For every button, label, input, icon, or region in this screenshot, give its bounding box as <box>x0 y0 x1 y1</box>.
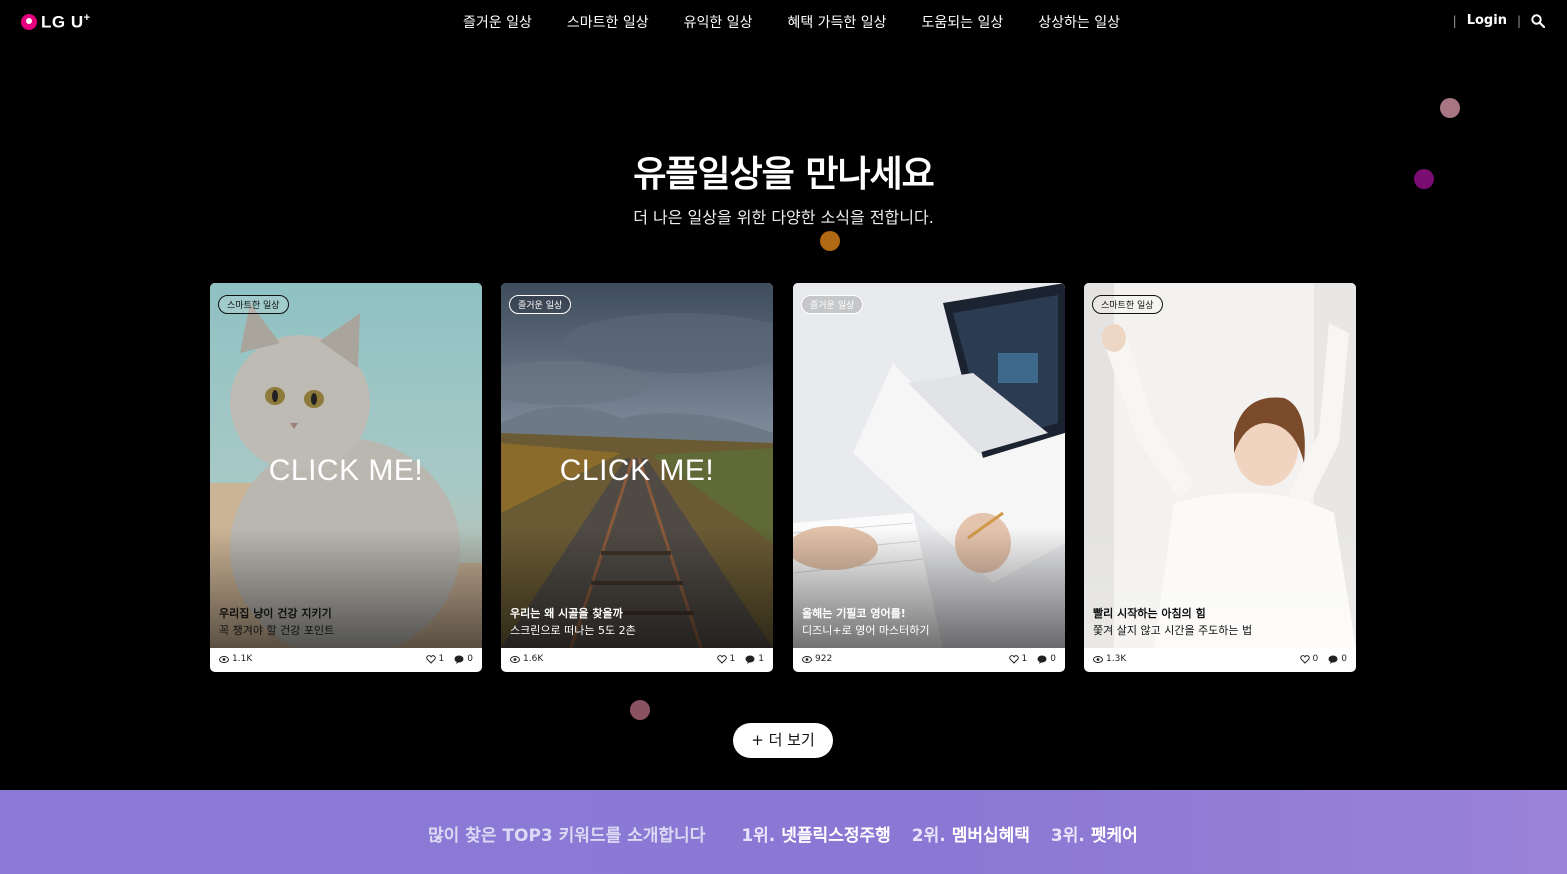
comment-icon <box>454 655 464 664</box>
card-footer: 1.1K 1 0 <box>210 648 482 672</box>
card-title: 우리집 냥이 건강 지키기 <box>219 607 332 620</box>
keyword-rank: 3위. <box>1050 826 1085 846</box>
eye-icon <box>219 655 229 663</box>
decor-dot <box>630 700 650 720</box>
comment-count-value: 0 <box>1341 654 1347 664</box>
hero-title: 유플일상을 만나세요 <box>633 154 935 195</box>
keyword-link[interactable]: 멤버십혜택 <box>952 821 1030 846</box>
logo-plus: + <box>83 12 91 24</box>
keyword-rank: 1위. <box>741 826 776 846</box>
logo-text: LG U <box>41 12 84 32</box>
nav-item-benefit[interactable]: 혜택 가득한 일상 <box>787 12 886 32</box>
keyword-intro: 많이 찾은 TOP3 키워드를 소개합니다 <box>428 826 706 846</box>
eye-icon <box>802 655 812 663</box>
view-count: 1.1K <box>219 654 252 664</box>
decor-dot <box>1440 98 1460 118</box>
eye-icon <box>510 655 520 663</box>
nav-item-fun[interactable]: 즐거운 일상 <box>463 12 532 32</box>
hero-subtitle: 더 나은 일상을 위한 다양한 소식을 전합니다. <box>633 208 934 227</box>
heart-icon <box>425 654 436 664</box>
card-image-morning <box>1084 283 1356 648</box>
card-description: 디즈니+로 영어 마스터하기 <box>802 624 930 637</box>
category-badge: 스마트한 일상 <box>218 295 289 314</box>
keyword-link[interactable]: 펫케어 <box>1091 821 1138 846</box>
view-count: 1.6K <box>510 654 543 664</box>
like-count-value: 1 <box>438 654 445 664</box>
card-footer: 922 1 0 <box>793 648 1065 672</box>
comment-icon <box>1037 655 1047 664</box>
view-count: 922 <box>802 654 832 664</box>
nav-item-helpful[interactable]: 도움되는 일상 <box>922 12 1004 32</box>
comment-count-value: 0 <box>1050 654 1056 664</box>
comment-count-value: 1 <box>758 654 764 664</box>
article-cards: 스마트한 일상 CLICK ME! 우리집 냥이 건강 지키기 꼭 챙겨야 할 … <box>210 283 1356 672</box>
like-count[interactable]: 1 <box>1008 654 1028 664</box>
like-count[interactable]: 1 <box>425 654 445 664</box>
lg-logo-icon <box>21 14 37 31</box>
card-footer: 1.6K 1 1 <box>501 648 773 672</box>
card-title: 우리는 왜 시골을 찾을까 <box>510 607 623 620</box>
like-count[interactable]: 1 <box>716 654 736 664</box>
like-count-value: 0 <box>1312 654 1319 664</box>
card-description: 쫓겨 살지 않고 시간을 주도하는 법 <box>1093 624 1253 637</box>
article-card-english[interactable]: 즐거운 일상 올해는 기필코 영어를! 디즈니+로 영어 마스터하기 922 1… <box>793 283 1065 672</box>
keyword-link[interactable]: 넷플릭스정주행 <box>781 821 890 846</box>
heart-icon <box>716 654 727 664</box>
like-count[interactable]: 0 <box>1299 654 1319 664</box>
keyword-rank: 2위. <box>911 826 946 846</box>
card-description: 꼭 챙겨야 할 건강 포인트 <box>219 624 335 637</box>
lgu-logo[interactable]: LG U+ <box>21 12 91 33</box>
card-footer: 1.3K 0 0 <box>1084 648 1356 672</box>
comment-icon <box>1328 655 1338 664</box>
click-me-overlay[interactable]: CLICK ME! <box>210 454 482 488</box>
separator: | <box>1516 13 1521 28</box>
header-utility: | Login | <box>1453 13 1545 28</box>
comment-icon <box>745 655 755 664</box>
like-count-value: 1 <box>1021 654 1028 664</box>
category-badge: 스마트한 일상 <box>1092 295 1163 314</box>
nav-item-smart[interactable]: 스마트한 일상 <box>567 12 649 32</box>
comment-count[interactable]: 0 <box>1328 654 1347 664</box>
view-count-value: 922 <box>815 654 833 664</box>
nav-item-imagine[interactable]: 상상하는 일상 <box>1038 12 1120 32</box>
main-nav: 즐거운 일상 스마트한 일상 유익한 일상 혜택 가득한 일상 도움되는 일상 … <box>463 12 1120 32</box>
like-count-value: 1 <box>729 654 736 664</box>
decor-dot <box>820 231 840 251</box>
comment-count[interactable]: 0 <box>454 654 473 664</box>
comment-count-value: 0 <box>467 654 473 664</box>
search-icon[interactable] <box>1531 13 1545 28</box>
site-header: LG U+ 즐거운 일상 스마트한 일상 유익한 일상 혜택 가득한 일상 도움… <box>0 0 1567 44</box>
separator: | <box>1452 13 1457 28</box>
category-badge: 즐거운 일상 <box>801 295 864 314</box>
eye-icon <box>1093 655 1103 663</box>
view-count-value: 1.6K <box>523 654 544 664</box>
article-card-morning[interactable]: 스마트한 일상 빨리 시작하는 아침의 힘 쫓겨 살지 않고 시간을 주도하는 … <box>1084 283 1356 672</box>
top3-keyword-bar: 많이 찾은 TOP3 키워드를 소개합니다 1위. 넷플릭스정주행 2위. 멤버… <box>0 790 1567 874</box>
nav-item-useful[interactable]: 유익한 일상 <box>684 12 753 32</box>
login-link[interactable]: Login <box>1467 13 1507 28</box>
comment-count[interactable]: 0 <box>1037 654 1056 664</box>
card-title: 빨리 시작하는 아침의 힘 <box>1093 607 1206 620</box>
click-me-overlay[interactable]: CLICK ME! <box>501 454 773 488</box>
view-count-value: 1.1K <box>232 654 253 664</box>
category-badge: 즐거운 일상 <box>509 295 572 314</box>
card-description: 스크린으로 떠나는 5도 2촌 <box>510 624 636 637</box>
article-card-cat[interactable]: 스마트한 일상 CLICK ME! 우리집 냥이 건강 지키기 꼭 챙겨야 할 … <box>210 283 482 672</box>
view-count: 1.3K <box>1093 654 1126 664</box>
card-image-laptop <box>793 283 1065 648</box>
card-title: 올해는 기필코 영어를! <box>802 607 906 620</box>
heart-icon <box>1299 654 1310 664</box>
heart-icon <box>1008 654 1019 664</box>
more-button[interactable]: + 더 보기 <box>733 723 833 758</box>
article-card-countryside[interactable]: 즐거운 일상 CLICK ME! 우리는 왜 시골을 찾을까 스크린으로 떠나는… <box>501 283 773 672</box>
view-count-value: 1.3K <box>1106 654 1127 664</box>
comment-count[interactable]: 1 <box>745 654 764 664</box>
